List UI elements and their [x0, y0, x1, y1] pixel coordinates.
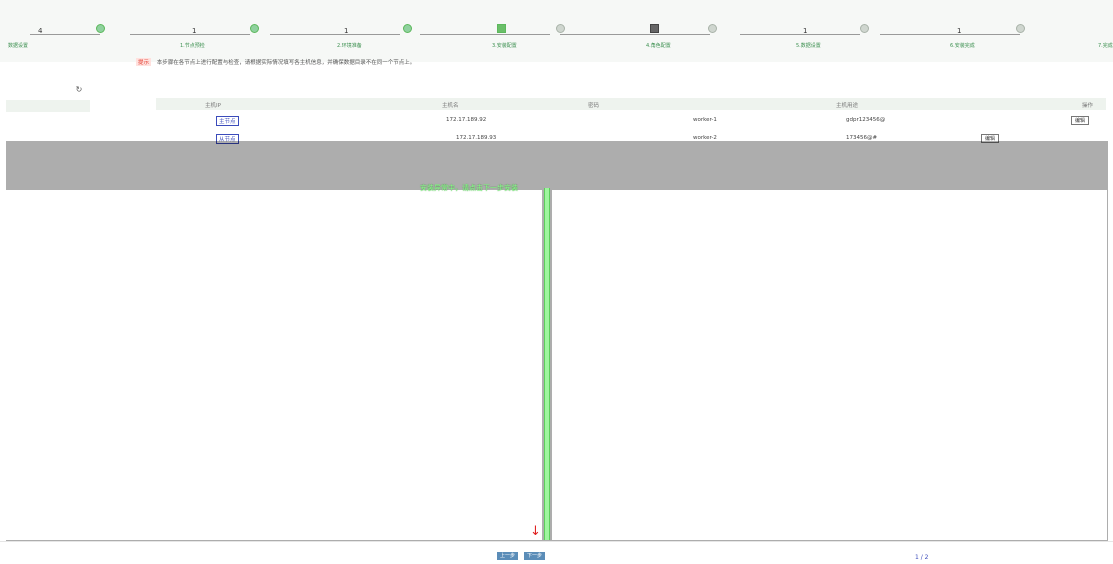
step-label: 7.完成 — [1098, 43, 1113, 49]
step-indicator-icon[interactable] — [860, 24, 869, 33]
step-label: 6.安装完成 — [950, 43, 975, 49]
column-header-password: 密码 — [588, 103, 600, 109]
step-current-icon[interactable] — [650, 24, 659, 33]
step-connector — [130, 34, 250, 35]
step-number: 1 — [957, 27, 962, 35]
guide-spotlight-right — [552, 190, 1107, 540]
column-header-action: 操作 — [1082, 103, 1094, 109]
step-label: 3.安装配置 — [492, 43, 517, 49]
notice-text: 本步骤在各节点上进行配置与检查，请根据实际情况填写各主机信息，并确保数据目录不在… — [156, 60, 416, 66]
step-indicator-icon[interactable] — [250, 24, 259, 33]
table-row: 主节点 172.17.189.92 worker-1 gdpr123456@ 编… — [156, 114, 1106, 127]
step-indicator-icon[interactable] — [1016, 24, 1025, 33]
step-indicator-icon[interactable] — [556, 24, 565, 33]
pagination-text: 1 / 2 — [915, 554, 929, 561]
guide-connector — [544, 188, 550, 540]
column-header-ip: 主机IP — [205, 103, 221, 109]
step-number: 1 — [344, 27, 349, 35]
step-connector — [420, 34, 550, 35]
step-connector — [560, 34, 710, 35]
arrow-down-icon: ↓ — [530, 524, 541, 539]
edit-button[interactable]: 编辑 — [1071, 116, 1090, 125]
node-link[interactable]: 主节点 — [216, 116, 239, 126]
refresh-icon[interactable]: ↻ — [74, 85, 84, 95]
install-stepper: 4 1 1 1 1 数据设置 1.节点预检 2.环境准备 3.安装配置 4.角色… — [0, 0, 1113, 62]
step-indicator-icon[interactable] — [403, 24, 412, 33]
step-number: 4 — [38, 27, 43, 35]
host-table-header — [156, 98, 1106, 110]
host-purpose: gdpr123456@ — [846, 117, 886, 123]
step-connector — [880, 34, 1020, 35]
step-connector — [740, 34, 860, 35]
step-number: 1 — [192, 27, 197, 35]
host-name: worker-1 — [693, 117, 717, 123]
guide-spotlight-left — [6, 190, 542, 540]
step-indicator-icon[interactable] — [96, 24, 105, 33]
step-label: 4.角色配置 — [646, 43, 671, 49]
step-label: 数据设置 — [8, 43, 29, 49]
prev-button[interactable]: 上一步 — [497, 552, 519, 560]
node-list-header — [6, 100, 90, 112]
step-indicator-icon[interactable] — [708, 24, 717, 33]
notice-tag: 提示 — [136, 58, 152, 66]
guide-message: 安装异常中，请点击下一步安装 — [420, 184, 518, 192]
host-ip: 172.17.189.92 — [446, 117, 487, 123]
step-label: 2.环境准备 — [337, 43, 362, 49]
column-header-hostname: 主机名 — [442, 103, 459, 109]
step-label: 5.数据设置 — [796, 43, 821, 49]
step-label: 1.节点预检 — [180, 43, 205, 49]
step-number: 1 — [803, 27, 808, 35]
footer-bar — [0, 541, 1113, 564]
step-active-icon[interactable] — [497, 24, 506, 33]
notice-banner: 提示 本步骤在各节点上进行配置与检查，请根据实际情况填写各主机信息，并确保数据目… — [136, 58, 1096, 67]
next-button[interactable]: 下一步 — [524, 552, 546, 560]
step-connector — [270, 34, 400, 35]
column-header-purpose: 主机用途 — [836, 103, 859, 109]
